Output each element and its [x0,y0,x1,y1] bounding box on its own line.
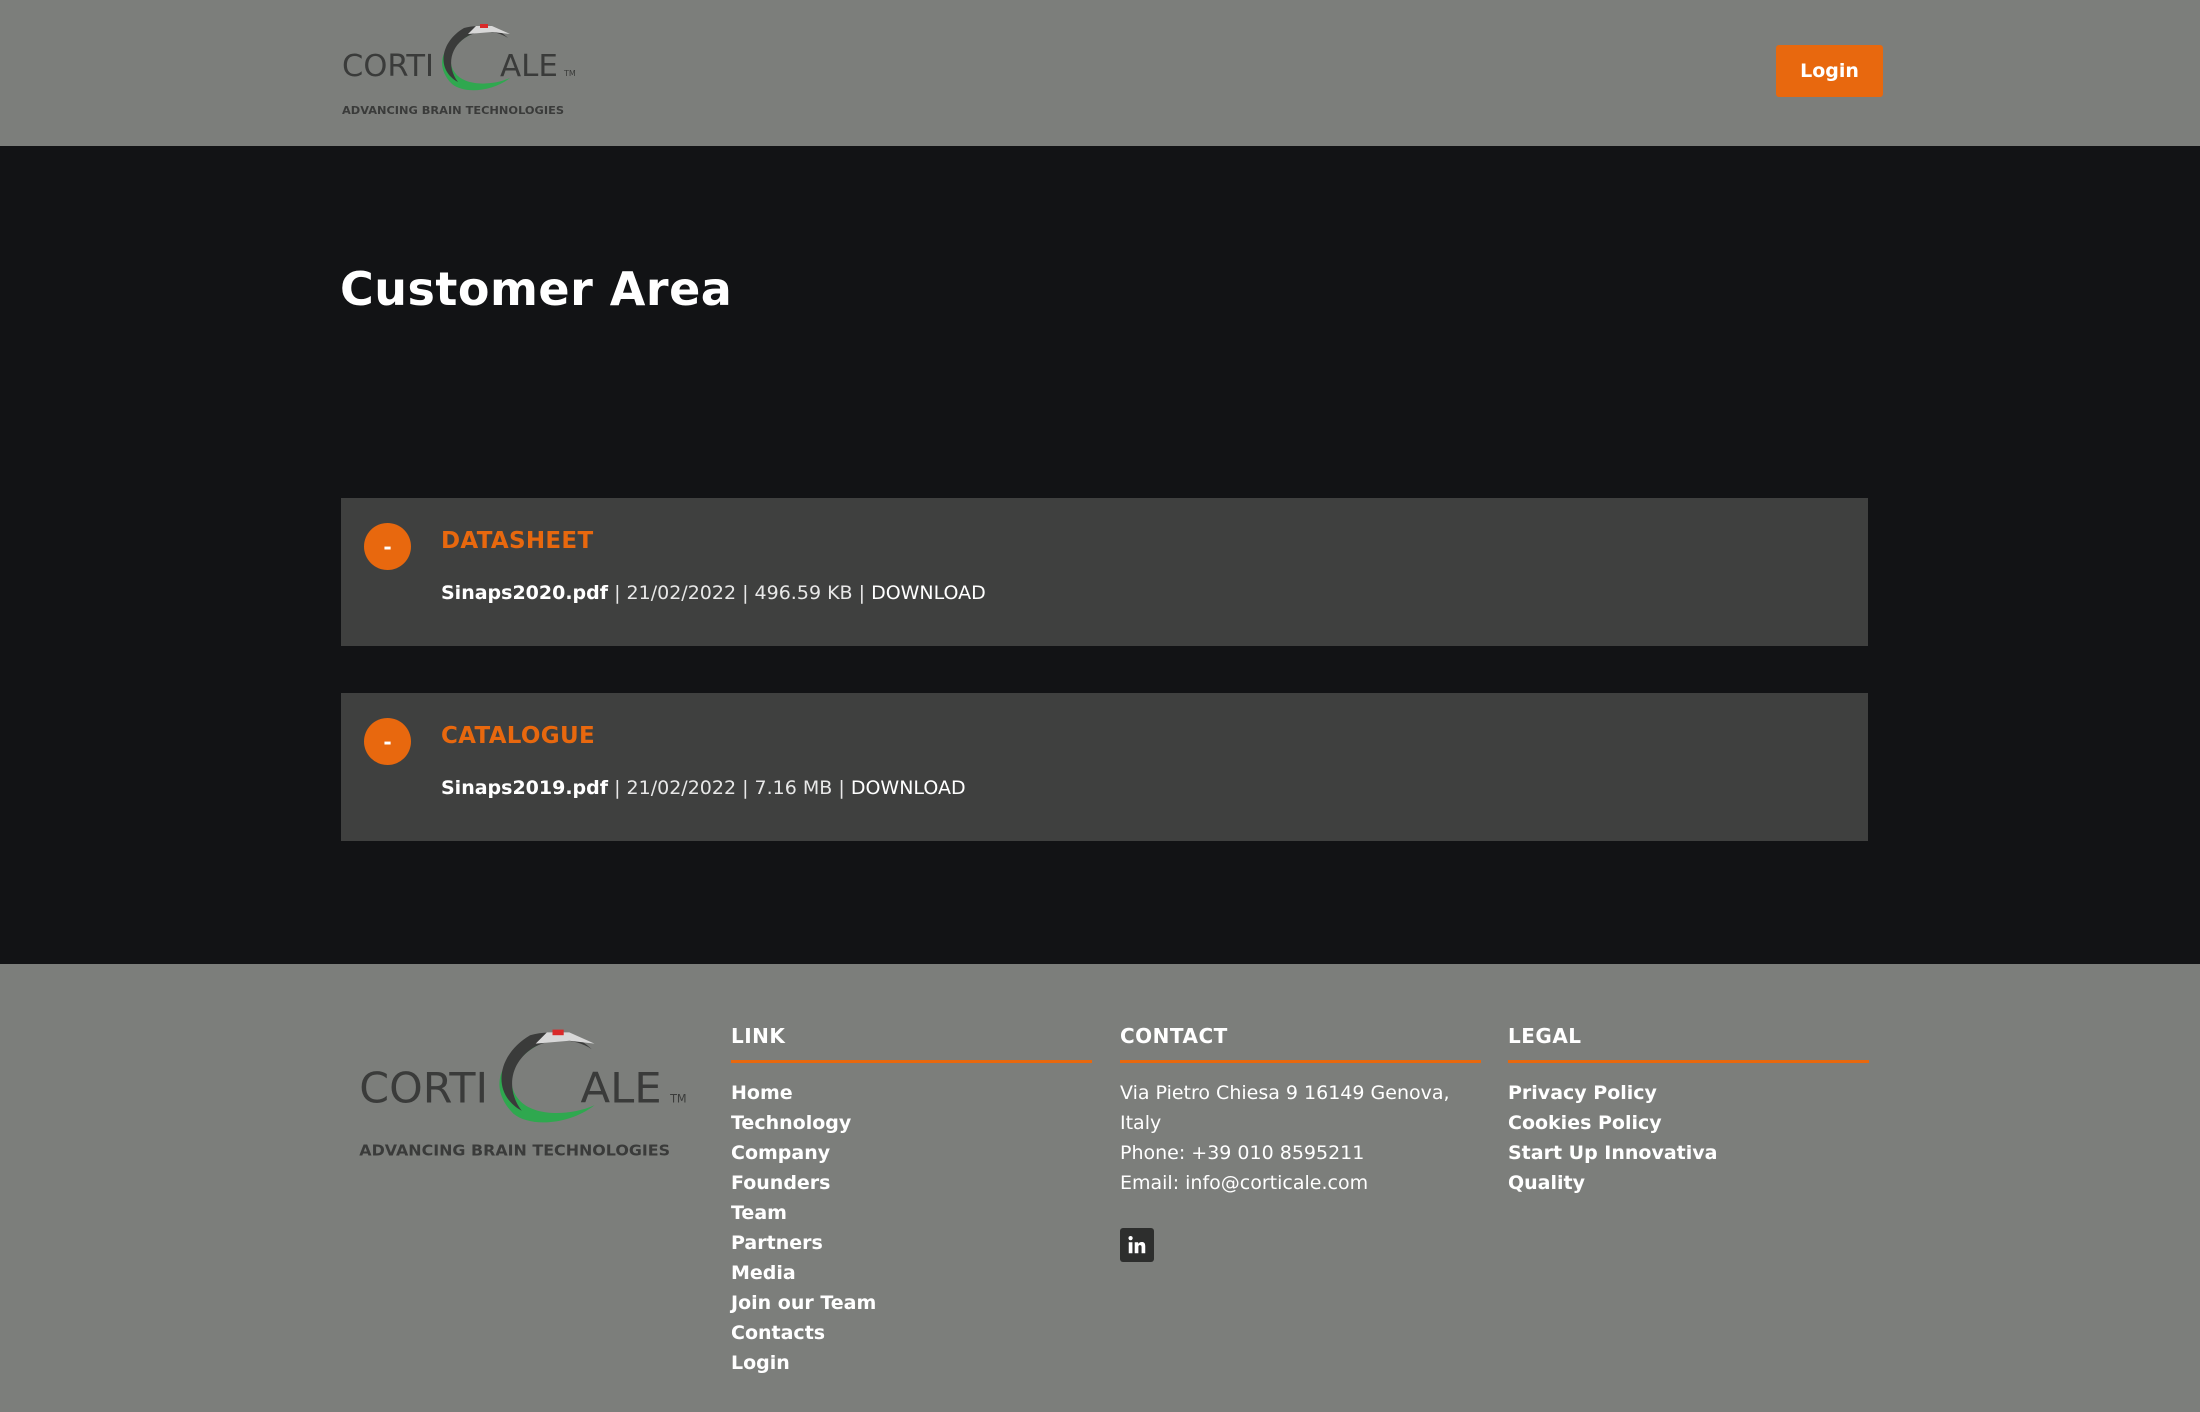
footer-link-login[interactable]: Login [731,1348,1092,1378]
footer-link-join-our-team[interactable]: Join our Team [731,1288,1092,1318]
file-date: 21/02/2022 [626,582,737,604]
logo-wordmark-left: CORTI [359,1063,488,1112]
linkedin-glyph [1128,1236,1146,1254]
footer-link-founders[interactable]: Founders [731,1168,1092,1198]
site-header: CORTI ALE TM ADVANCING BRAIN TECHNOLOGIE… [0,0,2200,146]
footer-heading-legal: LEGAL [1508,1024,1869,1063]
file-size: 7.16 MB [754,777,833,799]
footer-heading-contact: CONTACT [1120,1024,1481,1063]
contact-phone[interactable]: Phone: +39 010 8595211 [1120,1138,1481,1168]
linkedin-icon[interactable] [1120,1228,1154,1262]
footer-link-technology[interactable]: Technology [731,1108,1092,1138]
page-title: Customer Area [340,262,733,316]
footer-link-team[interactable]: Team [731,1198,1092,1228]
separator: | [614,582,621,604]
footer-contact-column: CONTACT Via Pietro Chiesa 9 16149 Genova… [1120,1024,1481,1262]
accordion-title[interactable]: DATASHEET [441,528,593,554]
footer-link-list: Home Technology Company Founders Team Pa… [731,1078,1092,1378]
footer-link-media[interactable]: Media [731,1258,1092,1288]
logo-trademark: TM [563,69,576,78]
site-footer: CORTI ALE TM ADVANCING BRAIN TECHNOLOGIE… [0,964,2200,1412]
download-link[interactable]: DOWNLOAD [871,582,986,604]
footer-legal-list: Privacy Policy Cookies Policy Start Up I… [1508,1078,1869,1198]
footer-legal-column: LEGAL Privacy Policy Cookies Policy Star… [1508,1024,1869,1198]
footer-link-cookies-policy[interactable]: Cookies Policy [1508,1108,1869,1138]
logo-swoosh-gray [501,1032,592,1111]
file-entry: Sinaps2020.pdf | 21/02/2022 | 496.59 KB … [441,582,986,604]
contact-email[interactable]: Email: info@corticale.com [1120,1168,1481,1198]
collapse-toggle-button[interactable]: - [364,523,411,570]
logo-tagline: ADVANCING BRAIN TECHNOLOGIES [359,1142,670,1160]
footer-link-contacts[interactable]: Contacts [731,1318,1092,1348]
logo-red-accent [552,1029,564,1036]
footer-link-start-up-innovativa[interactable]: Start Up Innovativa [1508,1138,1869,1168]
logo-wordmark-right: ALE [581,1063,662,1112]
collapse-toggle-button[interactable]: - [364,718,411,765]
footer-link-partners[interactable]: Partners [731,1228,1092,1258]
footer-link-home[interactable]: Home [731,1078,1092,1108]
separator: | [614,777,621,799]
download-link[interactable]: DOWNLOAD [851,777,966,799]
contact-details: Via Pietro Chiesa 9 16149 Genova, Italy … [1120,1078,1481,1198]
file-size: 496.59 KB [754,582,853,604]
file-entry: Sinaps2019.pdf | 21/02/2022 | 7.16 MB | … [441,777,966,799]
file-name: Sinaps2019.pdf [441,777,609,799]
footer-heading-link: LINK [731,1024,1092,1063]
corticale-logo[interactable]: CORTI ALE TM ADVANCING BRAIN TECHNOLOGIE… [340,20,580,120]
separator: | [858,582,866,604]
logo-swoosh-gray [443,26,508,82]
separator: | [838,777,845,799]
logo-red-accent [480,24,488,28]
login-button[interactable]: Login [1776,45,1883,97]
footer-link-privacy-policy[interactable]: Privacy Policy [1508,1078,1869,1108]
logo-tagline: ADVANCING BRAIN TECHNOLOGIES [342,104,564,117]
separator: | [742,582,749,604]
accordion-datasheet: - DATASHEET Sinaps2020.pdf | 21/02/2022 … [341,498,1868,646]
logo-wordmark-left: CORTI [342,49,434,84]
corticale-logo-footer[interactable]: CORTI ALE TM ADVANCING BRAIN TECHNOLOGIE… [342,1024,707,1164]
footer-links-column: LINK Home Technology Company Founders Te… [731,1024,1092,1378]
footer-link-company[interactable]: Company [731,1138,1092,1168]
contact-address: Via Pietro Chiesa 9 16149 Genova, Italy [1120,1082,1450,1134]
logo-wordmark-right: ALE [500,49,558,84]
accordion-title[interactable]: CATALOGUE [441,723,595,749]
file-date: 21/02/2022 [626,777,737,799]
main-content: Customer Area - DATASHEET Sinaps2020.pdf… [0,146,2200,964]
footer-link-quality[interactable]: Quality [1508,1168,1869,1198]
accordion-catalogue: - CATALOGUE Sinaps2019.pdf | 21/02/2022 … [341,693,1868,841]
file-name: Sinaps2020.pdf [441,582,609,604]
logo-trademark: TM [669,1092,687,1105]
separator: | [742,777,749,799]
